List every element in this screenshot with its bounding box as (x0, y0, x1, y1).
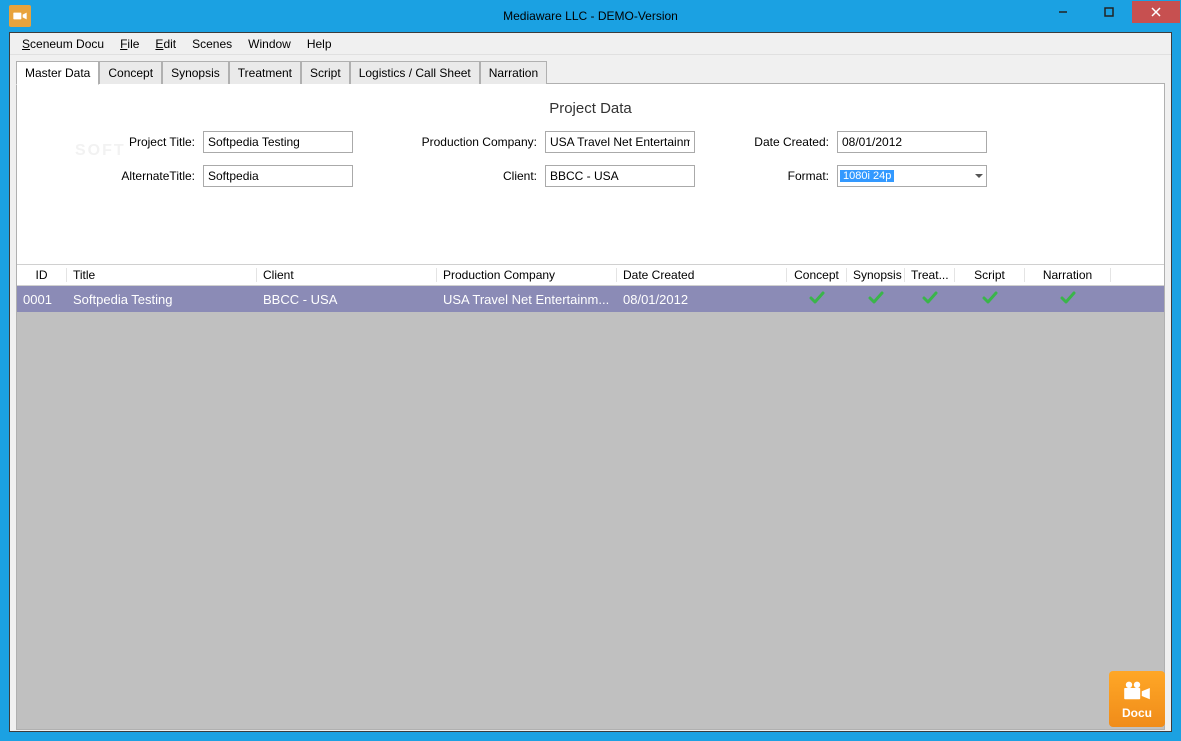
maximize-button[interactable] (1086, 1, 1132, 23)
check-icon (922, 291, 938, 308)
tab-script[interactable]: Script (301, 61, 350, 84)
cell-synopsis (847, 291, 905, 308)
tab-narration[interactable]: Narration (480, 61, 547, 84)
chevron-down-icon (975, 174, 983, 178)
tab-synopsis[interactable]: Synopsis (162, 61, 229, 84)
col-header-synopsis[interactable]: Synopsis (847, 268, 905, 282)
close-button[interactable] (1132, 1, 1180, 23)
titlebar[interactable]: Mediaware LLC - DEMO-Version (1, 1, 1180, 31)
col-header-narr[interactable]: Narration (1025, 268, 1111, 282)
col-header-date[interactable]: Date Created (617, 268, 787, 282)
brand-badge: Docu (1109, 671, 1165, 727)
format-selected-value: 1080i 24p (840, 170, 894, 182)
section-title: Project Data (17, 84, 1164, 131)
cell-narr (1025, 291, 1111, 308)
tab-treatment[interactable]: Treatment (229, 61, 301, 84)
check-icon (1060, 291, 1076, 308)
col-header-client[interactable]: Client (257, 268, 437, 282)
window-controls (1040, 1, 1180, 23)
menubar: Sceneum Docu File Edit Scenes Window Hel… (10, 33, 1171, 55)
format-label: Format: (701, 169, 831, 183)
cell-title: Softpedia Testing (67, 292, 257, 307)
menu-sceneum-docu[interactable]: Sceneum Docu (14, 35, 112, 53)
menu-window[interactable]: Window (240, 35, 299, 53)
check-icon (868, 291, 884, 308)
cell-client: BBCC - USA (257, 292, 437, 307)
tab-content: SOFT Project Data Project Title: Product… (16, 84, 1165, 730)
menu-edit[interactable]: Edit (147, 35, 184, 53)
col-header-title[interactable]: Title (67, 268, 257, 282)
cell-id: 0001 (17, 292, 67, 307)
check-icon (982, 291, 998, 308)
format-select[interactable]: 1080i 24p (837, 165, 987, 187)
production-company-input[interactable] (545, 131, 695, 153)
brand-label: Docu (1122, 706, 1152, 720)
cell-treat (905, 291, 955, 308)
menu-file[interactable]: File (112, 35, 147, 53)
col-header-treat[interactable]: Treat... (905, 268, 955, 282)
watermark: SOFT (75, 142, 126, 160)
menu-help[interactable]: Help (299, 35, 340, 53)
menu-scenes[interactable]: Scenes (184, 35, 240, 53)
projects-table: ID Title Client Production Company Date … (17, 264, 1164, 729)
cell-company: USA Travel Net Entertainm... (437, 292, 617, 307)
tabstrip: Master Data Concept Synopsis Treatment S… (10, 55, 1171, 84)
minimize-button[interactable] (1040, 1, 1086, 23)
col-header-script[interactable]: Script (955, 268, 1025, 282)
cell-concept (787, 291, 847, 308)
tab-master-data[interactable]: Master Data (16, 61, 99, 85)
project-data-form: Project Title: Production Company: Date … (17, 131, 1164, 217)
camera-icon (1121, 679, 1153, 705)
client-label: Client: (359, 169, 539, 183)
col-header-concept[interactable]: Concept (787, 268, 847, 282)
window-frame: Mediaware LLC - DEMO-Version Sceneum Doc… (0, 0, 1181, 741)
table-header-row: ID Title Client Production Company Date … (17, 264, 1164, 286)
production-company-label: Production Company: (359, 135, 539, 149)
client-input[interactable] (545, 165, 695, 187)
col-header-id[interactable]: ID (17, 268, 67, 282)
alternate-title-label: AlternateTitle: (37, 169, 197, 183)
check-icon (809, 291, 825, 308)
alternate-title-input[interactable] (203, 165, 353, 187)
inner-window: Sceneum Docu File Edit Scenes Window Hel… (9, 32, 1172, 732)
date-created-label: Date Created: (701, 135, 831, 149)
cell-script (955, 291, 1025, 308)
app-icon (9, 5, 31, 27)
tab-concept[interactable]: Concept (99, 61, 162, 84)
date-created-input[interactable] (837, 131, 987, 153)
window-title: Mediaware LLC - DEMO-Version (503, 9, 678, 23)
col-header-company[interactable]: Production Company (437, 268, 617, 282)
cell-date: 08/01/2012 (617, 292, 787, 307)
project-title-input[interactable] (203, 131, 353, 153)
table-row[interactable]: 0001 Softpedia Testing BBCC - USA USA Tr… (17, 286, 1164, 312)
tab-logistics[interactable]: Logistics / Call Sheet (350, 61, 480, 84)
